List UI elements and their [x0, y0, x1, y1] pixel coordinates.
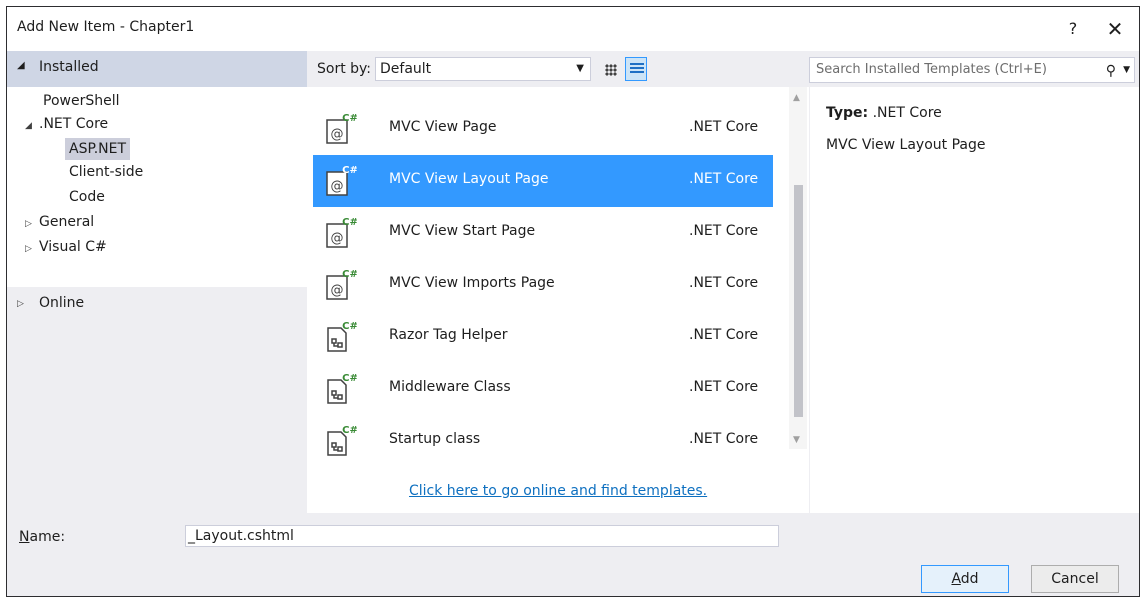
- help-button[interactable]: ?: [1059, 15, 1087, 43]
- tree-item-asp-net[interactable]: ASP.NET: [65, 138, 131, 160]
- template-category: .NET Core: [689, 171, 759, 187]
- svg-text:C#: C#: [342, 113, 357, 124]
- svg-text:C#: C#: [342, 373, 357, 384]
- tree-item-label: ASP.NET: [69, 141, 127, 157]
- installed-label: Installed: [39, 59, 99, 75]
- tree-item-label: PowerShell: [43, 93, 120, 109]
- type-label: Type:: [826, 105, 869, 121]
- installed-header[interactable]: ◢ Installed: [7, 51, 307, 87]
- name-input[interactable]: _Layout.cshtml: [185, 525, 779, 547]
- svg-text:@: @: [331, 179, 344, 194]
- template-row-mvc-view-imports-page[interactable]: @ C# MVC View Imports Page .NET Core: [313, 259, 773, 311]
- template-details-pane: Type: .NET Core MVC View Layout Page: [809, 87, 1139, 513]
- find-templates-online-link[interactable]: Click here to go online and find templat…: [409, 483, 707, 499]
- tree-item-label: Code: [69, 189, 105, 205]
- grid-view-icon: [605, 64, 617, 76]
- scrollbar-thumb[interactable]: [794, 185, 803, 417]
- svg-text:C#: C#: [342, 425, 357, 436]
- tree-item-label: Visual C#: [39, 239, 107, 255]
- sort-toolbar: Sort by: Default ▼: [307, 51, 809, 87]
- tree-item-code[interactable]: Code: [65, 186, 109, 208]
- tree-item-label: General: [39, 214, 95, 230]
- list-view-button[interactable]: [625, 57, 647, 81]
- csharp-class-icon: C#: [327, 373, 357, 404]
- tree-item-powershell[interactable]: PowerShell: [39, 90, 123, 112]
- collapsed-arrow-icon[interactable]: ▷: [25, 213, 39, 235]
- template-row-mvc-view-start-page[interactable]: @ C# MVC View Start Page .NET Core: [313, 207, 773, 259]
- add-button[interactable]: Add: [921, 565, 1009, 593]
- search-placeholder: Search Installed Templates (Ctrl+E): [816, 62, 1047, 77]
- svg-text:C#: C#: [342, 321, 357, 332]
- cancel-button[interactable]: Cancel: [1031, 565, 1119, 593]
- collapsed-arrow-icon: ▷: [17, 299, 24, 309]
- template-row-mvc-view-layout-page[interactable]: @ C# MVC View Layout Page .NET Core: [313, 155, 773, 207]
- svg-text:C#: C#: [342, 165, 357, 176]
- category-tree: PowerShell ◢ .NET Core ASP.NET Client-sid…: [7, 87, 307, 287]
- sort-dropdown[interactable]: Default ▼: [375, 57, 591, 81]
- template-name: MVC View Page: [389, 119, 497, 135]
- template-name: Startup class: [389, 431, 481, 447]
- tree-item-client-side[interactable]: Client-side: [65, 161, 147, 183]
- svg-text:@: @: [331, 127, 344, 142]
- template-name: MVC View Layout Page: [389, 171, 549, 187]
- small-icons-view-button[interactable]: [599, 57, 621, 81]
- online-label: Online: [39, 295, 85, 311]
- add-new-item-dialog: Add New Item - Chapter1 ? ✕ ◢ Installed …: [6, 6, 1140, 597]
- chevron-down-icon[interactable]: ▼: [1123, 58, 1130, 82]
- category-pane: ◢ Installed PowerShell ◢ .NET Core ASP.NE…: [7, 51, 307, 513]
- template-name: MVC View Imports Page: [389, 275, 555, 291]
- close-button[interactable]: ✕: [1101, 15, 1129, 43]
- list-view-icon: [630, 63, 644, 77]
- scroll-up-arrow-icon[interactable]: ▲: [793, 93, 800, 103]
- scroll-down-arrow-icon[interactable]: ▼: [793, 435, 800, 445]
- template-row-razor-tag-helper[interactable]: C# Razor Tag Helper .NET Core: [313, 311, 773, 363]
- chevron-down-icon: ▼: [576, 63, 584, 74]
- template-description: MVC View Layout Page: [826, 137, 986, 153]
- template-name: Razor Tag Helper: [389, 327, 508, 343]
- svg-text:C#: C#: [342, 269, 357, 280]
- window-title: Add New Item - Chapter1: [17, 19, 195, 35]
- template-type: Type: .NET Core: [826, 105, 942, 121]
- template-row-startup-class[interactable]: C# Startup class .NET Core: [313, 415, 773, 467]
- search-templates-input[interactable]: Search Installed Templates (Ctrl+E) ⚲ ▼: [809, 57, 1135, 83]
- template-category: .NET Core: [689, 431, 759, 447]
- template-row-middleware-class[interactable]: C# Middleware Class .NET Core: [313, 363, 773, 415]
- template-list-scrollbar[interactable]: ▲ ▼: [789, 87, 807, 449]
- tree-item-label: Client-side: [69, 164, 144, 180]
- tree-item-general[interactable]: ▷ General: [21, 211, 98, 233]
- online-header[interactable]: ▷ Online: [7, 287, 307, 513]
- tree-item-net-core[interactable]: ◢ .NET Core: [21, 113, 112, 135]
- type-value: .NET Core: [872, 105, 942, 121]
- template-category: .NET Core: [689, 119, 759, 135]
- template-category: .NET Core: [689, 379, 759, 395]
- collapsed-arrow-icon[interactable]: ▷: [25, 238, 39, 260]
- csharp-class-icon: C#: [327, 321, 357, 352]
- expanded-arrow-icon: ◢: [17, 60, 25, 71]
- sort-dropdown-value: Default: [380, 61, 432, 77]
- mvc-view-icon: @ C#: [326, 269, 357, 300]
- tree-item-visual-csharp[interactable]: ▷ Visual C#: [21, 236, 111, 258]
- template-row-mvc-view-page[interactable]: @ C# MVC View Page .NET Core: [313, 103, 773, 155]
- title-bar: Add New Item - Chapter1 ? ✕: [7, 7, 1139, 51]
- svg-text:@: @: [331, 283, 344, 298]
- name-label: Name:: [19, 529, 66, 545]
- mvc-view-icon: @ C#: [326, 165, 357, 196]
- expanded-arrow-icon[interactable]: ◢: [25, 115, 39, 137]
- template-category: .NET Core: [689, 223, 759, 239]
- search-icon[interactable]: ⚲: [1106, 59, 1116, 83]
- svg-text:C#: C#: [342, 217, 357, 228]
- template-name: Middleware Class: [389, 379, 511, 395]
- template-name: MVC View Start Page: [389, 223, 536, 239]
- tree-item-label: .NET Core: [39, 116, 109, 132]
- sort-by-label: Sort by:: [317, 61, 372, 77]
- template-list: @ C# MVC View Page .NET Core @ C# MVC Vi…: [307, 87, 809, 513]
- template-category: .NET Core: [689, 275, 759, 291]
- svg-text:@: @: [331, 231, 344, 246]
- csharp-class-icon: C#: [327, 425, 357, 456]
- mvc-view-icon: @ C#: [326, 113, 357, 144]
- search-toolbar: Search Installed Templates (Ctrl+E) ⚲ ▼: [809, 51, 1139, 87]
- template-category: .NET Core: [689, 327, 759, 343]
- mvc-view-icon: @ C#: [326, 217, 357, 248]
